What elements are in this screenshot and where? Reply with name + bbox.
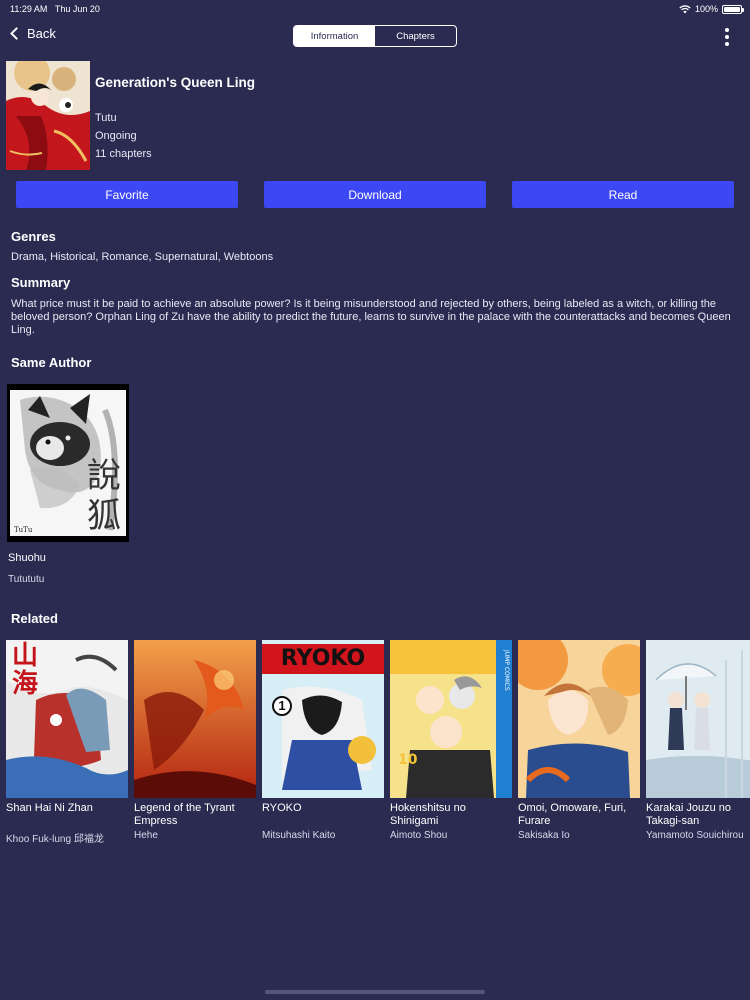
related-author: Yamamoto Souichirou [646,830,744,841]
related-author: Sakisaka Io [518,830,570,841]
related-cover [646,640,750,798]
genres-heading: Genres [11,229,56,244]
book-title: Generation's Queen Ling [95,75,255,90]
cover-signature: TuTu [14,526,33,534]
same-author-cover: 說狐 TuTu [7,384,129,542]
genres-text: Drama, Historical, Romance, Supernatural… [11,251,274,263]
favorite-button[interactable]: Favorite [16,181,238,208]
related-author: Hehe [134,830,158,841]
same-author-name: Tutututu [8,574,45,585]
related-title: RYOKO [262,802,302,814]
related-item[interactable]: 山海 Shan Hai Ni Zhan Khoo Fuk-lung 邱福龙 [6,640,128,845]
back-button[interactable]: Back [8,26,56,41]
related-list: 山海 Shan Hai Ni Zhan Khoo Fuk-lung 邱福龙 Le… [0,640,750,850]
more-dot-icon [725,28,729,32]
book-status: Ongoing [95,130,137,142]
status-clock: 11:29 AM [10,4,48,14]
same-author-item[interactable]: 說狐 TuTu [7,384,129,542]
chevron-left-icon [10,27,23,40]
related-item[interactable]: Legend of the Tyrant Empress Hehe [134,640,256,841]
related-author: Mitsuhashi Kaito [262,830,336,841]
related-item[interactable]: RYOKO 1 RYOKO Mitsuhashi Kaito [262,640,384,841]
related-item[interactable]: 10 JUMP COMICS Hokenshitsu no Shinigami … [390,640,512,841]
status-bar: 11:29 AM Thu Jun 20 100% [0,0,750,20]
tab-chapters[interactable]: Chapters [375,26,456,46]
battery-percent: 100% [694,4,718,14]
related-cover: RYOKO 1 [262,640,384,798]
status-time: 11:29 AM Thu Jun 20 [10,4,100,14]
summary-heading: Summary [11,275,71,290]
book-chapter-count: 11 chapters [95,148,152,160]
status-right: 100% [679,4,744,14]
related-author: Aimoto Shou [390,830,448,841]
cover-calligraphy: 說狐 [87,456,121,536]
home-indicator [265,990,485,994]
status-date: Thu Jun 20 [54,4,100,14]
related-heading: Related [11,611,58,626]
cover-title-art: 山海 [11,641,38,699]
cover-title-art: RYOKO [280,646,366,671]
more-options-button[interactable] [724,28,730,46]
related-title: Legend of the Tyrant Empress [134,802,235,827]
back-label: Back [27,26,56,41]
related-cover [134,640,256,798]
book-author[interactable]: Tutu [95,112,117,124]
same-author-heading: Same Author [11,355,92,370]
same-author-title: Shuohu [8,552,46,564]
related-item[interactable]: Karakai Jouzu no Takagi-san Yamamoto Sou… [646,640,750,841]
book-cover [6,61,90,170]
summary-text: What price must it be paid to achieve an… [11,298,731,336]
battery-icon [722,4,744,14]
more-dot-icon [725,35,729,39]
read-button[interactable]: Read [512,181,734,208]
download-button[interactable]: Download [264,181,486,208]
related-title: Hokenshitsu no Shinigami [390,802,466,827]
cover-volume-number: 1 [272,696,292,716]
cover-spine-label: JUMP COMICS [503,650,510,691]
related-item[interactable]: Omoi, Omoware, Furi, Furare Sakisaka Io [518,640,640,841]
related-author: Khoo Fuk-lung 邱福龙 [6,834,104,845]
related-cover: 10 JUMP COMICS [390,640,512,798]
related-cover: 山海 [6,640,128,798]
related-title: Shan Hai Ni Zhan [6,802,93,814]
nav-bar: Back Information Chapters [0,22,750,52]
related-cover [518,640,640,798]
segmented-control: Information Chapters [293,25,457,47]
more-dot-icon [725,42,729,46]
cover-volume-number: 10 [398,752,418,768]
tab-information[interactable]: Information [294,26,375,46]
related-title: Omoi, Omoware, Furi, Furare [518,802,627,827]
related-title: Karakai Jouzu no Takagi-san [646,802,731,827]
wifi-icon [679,4,691,13]
